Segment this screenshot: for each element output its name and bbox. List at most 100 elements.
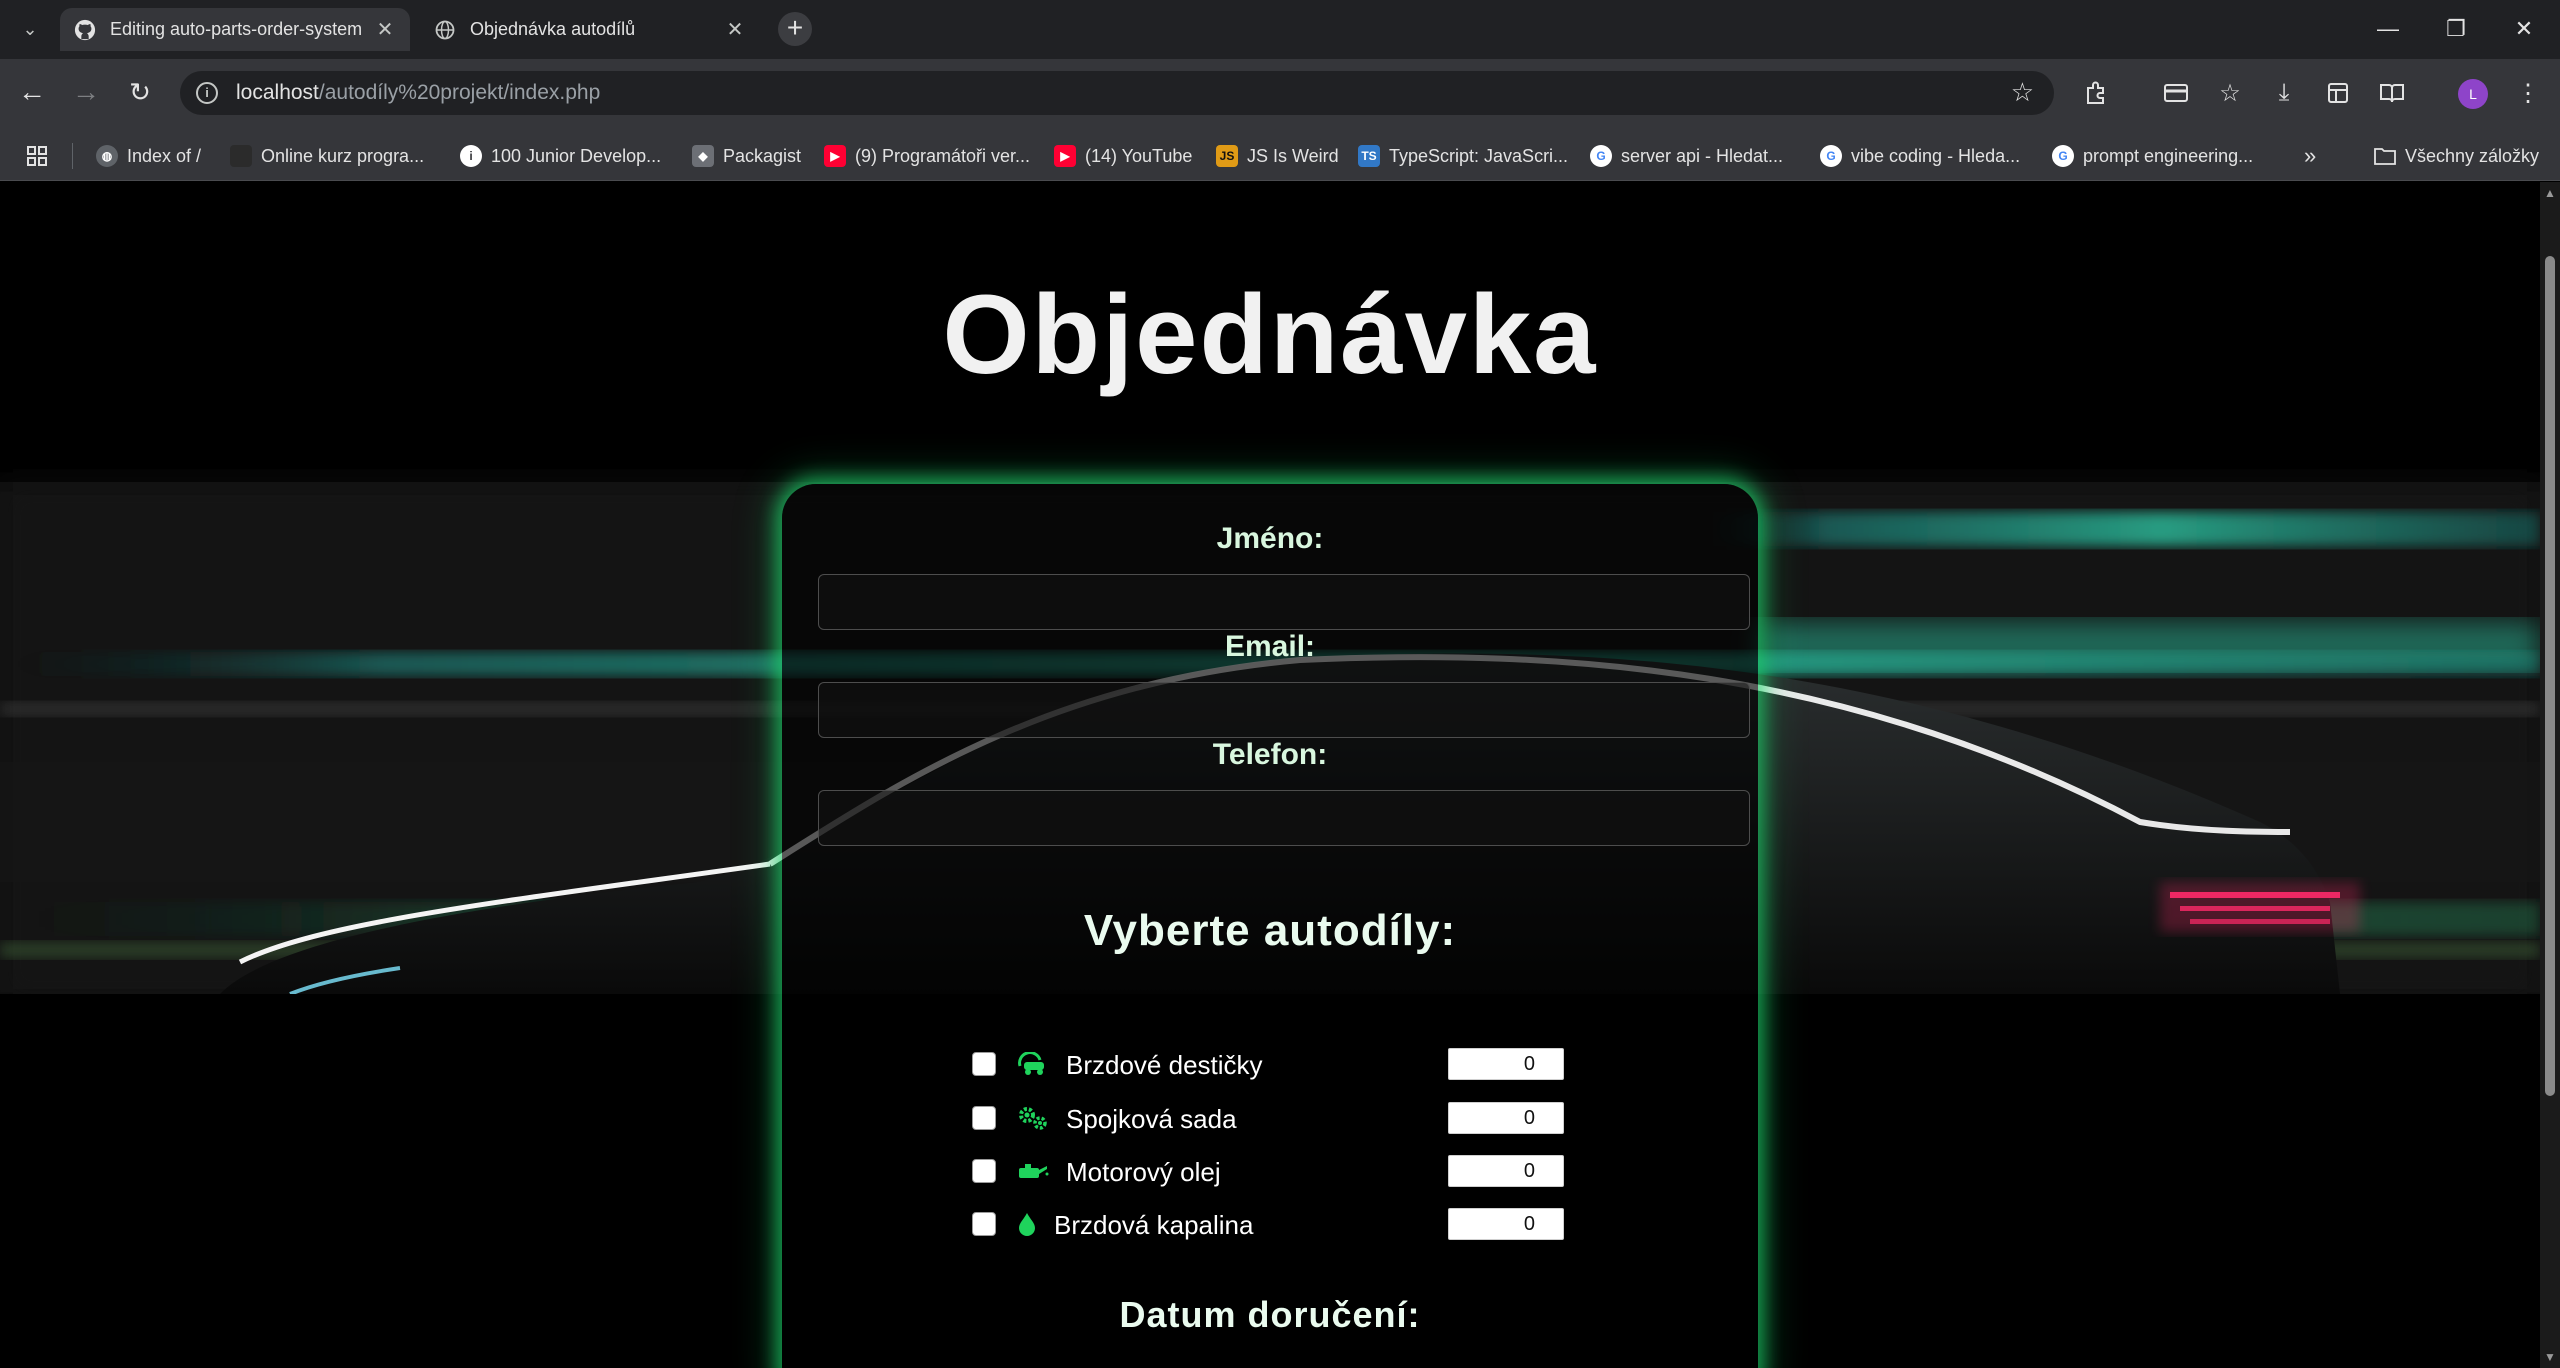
phone-input[interactable] — [818, 790, 1750, 846]
bookmark-label: Index of / — [127, 145, 202, 166]
folder-icon — [2374, 145, 2396, 167]
youtube-icon: ▶ — [1054, 145, 1076, 167]
bookmark-typescript[interactable]: TS TypeScript: JavaScri... — [1358, 143, 1568, 169]
name-label: Jméno: — [1216, 522, 1324, 555]
tab-groups-icon[interactable] — [2320, 75, 2356, 111]
close-icon[interactable]: ✕ — [374, 17, 396, 42]
droplet-icon — [1010, 1208, 1044, 1240]
google-icon: G — [1590, 145, 1612, 167]
js-icon: JS — [1216, 145, 1238, 167]
bookmark-label: prompt engineering... — [2083, 145, 2254, 166]
scroll-down-arrow-icon[interactable]: ▼ — [2544, 1350, 2556, 1364]
globe-icon: ◍ — [96, 145, 118, 167]
bookmark-label: Všechny záložky — [2405, 145, 2540, 166]
tab-strip: ⌄ Editing auto-parts-order-system ✕ Obje… — [0, 0, 2560, 59]
part-label: Motorový olej — [1066, 1157, 1221, 1187]
gears-icon — [1016, 1102, 1050, 1134]
favorites-icon[interactable]: ☆ — [2212, 75, 2248, 111]
name-input[interactable] — [818, 574, 1750, 630]
payment-card-icon[interactable] — [2158, 75, 2194, 111]
part-checkbox[interactable] — [972, 1212, 996, 1236]
page-viewport: Objednávka Jméno: Email: Telefon: Vybert… — [0, 182, 2540, 1368]
address-bar[interactable]: i localhost/autodíly%20projekt/index.php… — [180, 71, 2054, 115]
ts-icon: TS — [1358, 145, 1380, 167]
bookmark-label: server api - Hledat... — [1621, 145, 1784, 166]
part-label: Brzdové destičky — [1066, 1050, 1263, 1080]
packagist-icon: ◆ — [692, 145, 714, 167]
quantity-input[interactable]: 0 — [1448, 1048, 1564, 1080]
url-path: /autodíly%20projekt/index.php — [318, 81, 601, 104]
url-host: localhost — [236, 81, 319, 104]
scroll-up-arrow-icon[interactable]: ▲ — [2544, 186, 2556, 200]
youtube-icon: ▶ — [824, 145, 846, 167]
bookmark-packagist[interactable]: ◆ Packagist — [692, 143, 801, 169]
info-icon: i — [460, 145, 482, 167]
scrollbar-thumb[interactable] — [2545, 256, 2555, 1096]
site-icon — [230, 145, 252, 167]
delivery-date-title: Datum doručení: — [1119, 1294, 1421, 1335]
reading-list-icon[interactable] — [2374, 75, 2410, 111]
close-icon[interactable]: ✕ — [724, 17, 746, 42]
bookmark-vibe-coding[interactable]: G vibe coding - Hleda... — [1820, 143, 2020, 169]
bookmark-star-icon[interactable]: ☆ — [2011, 77, 2034, 108]
part-row-clutch-kit: Spojková sada 0 — [972, 1098, 1572, 1138]
restore-icon[interactable]: ❐ — [2426, 10, 2486, 48]
quantity-input[interactable]: 0 — [1448, 1102, 1564, 1134]
order-form: Jméno: Email: Telefon: Vyberte autodíly:… — [782, 484, 1758, 1368]
bookmark-js-is-weird[interactable]: JS JS Is Weird — [1216, 143, 1339, 169]
forward-arrow-icon[interactable]: → — [66, 72, 106, 112]
minimize-icon[interactable]: — — [2358, 10, 2418, 48]
more-menu-icon[interactable]: ⋮ — [2510, 75, 2546, 111]
part-row-brake-pads: Brzdové destičky 0 — [972, 1044, 1572, 1084]
part-checkbox[interactable] — [972, 1106, 996, 1130]
part-checkbox[interactable] — [972, 1052, 996, 1076]
page-scrollbar[interactable]: ▲ ▼ — [2540, 182, 2560, 1368]
bookmark-label: (9) Programátoři ver... — [855, 145, 1031, 166]
bookmark-prompt-engineering[interactable]: G prompt engineering... — [2052, 143, 2253, 169]
back-arrow-icon[interactable]: ← — [12, 72, 52, 112]
site-info-icon[interactable]: i — [196, 82, 218, 104]
part-checkbox[interactable] — [972, 1159, 996, 1183]
bookmark-index-of[interactable]: ◍ Index of / — [96, 143, 201, 169]
bookmark-label: JS Is Weird — [1247, 145, 1339, 166]
reload-icon[interactable]: ↻ — [120, 72, 160, 112]
globe-icon — [434, 19, 456, 41]
tab-title: Editing auto-parts-order-system — [110, 19, 363, 39]
google-icon: G — [1820, 145, 1842, 167]
email-input[interactable] — [818, 682, 1750, 738]
bookmark-label: Online kurz progra... — [261, 145, 425, 166]
tab-title: Objednávka autodílů — [470, 19, 636, 39]
bookmark-programatori[interactable]: ▶ (9) Programátoři ver... — [824, 143, 1030, 169]
github-icon — [74, 19, 96, 41]
bookmark-online-kurz[interactable]: Online kurz progra... — [230, 143, 424, 169]
bookmark-server-api[interactable]: G server api - Hledat... — [1590, 143, 1783, 169]
more-bookmarks-chevron-icon[interactable]: » — [2304, 143, 2316, 169]
window-close-icon[interactable]: ✕ — [2494, 10, 2554, 48]
new-tab-button[interactable]: + — [778, 12, 812, 46]
oil-can-icon — [1016, 1155, 1050, 1187]
part-label: Spojková sada — [1066, 1104, 1237, 1134]
browser-toolbar: ← → ↻ i localhost/autodíly%20projekt/ind… — [0, 59, 2560, 131]
quantity-input[interactable]: 0 — [1448, 1208, 1564, 1240]
bookmark-label: Packagist — [723, 145, 802, 166]
profile-avatar[interactable]: L — [2458, 79, 2488, 109]
part-row-engine-oil: Motorový olej 0 — [972, 1151, 1572, 1191]
part-row-brake-fluid: Brzdová kapalina 0 — [972, 1204, 1572, 1244]
bookmark-100-junior[interactable]: i 100 Junior Develop... — [460, 143, 661, 169]
bookmark-label: (14) YouTube — [1085, 145, 1193, 166]
download-icon[interactable]: ⤓ — [2266, 75, 2302, 111]
brake-pad-icon — [1016, 1048, 1050, 1080]
google-icon: G — [2052, 145, 2074, 167]
tab-objednavka[interactable]: Objednávka autodílů ✕ — [420, 8, 760, 51]
tab-search-chevron-icon[interactable]: ⌄ — [14, 12, 46, 46]
apps-grid-icon[interactable] — [26, 143, 48, 169]
quantity-input[interactable]: 0 — [1448, 1155, 1564, 1187]
all-bookmarks-folder[interactable]: Všechny záložky — [2374, 143, 2539, 169]
bookmark-label: vibe coding - Hleda... — [1851, 145, 2021, 166]
extensions-icon[interactable] — [2078, 75, 2114, 111]
page-title: Objednávka — [942, 272, 1598, 397]
bookmark-youtube[interactable]: ▶ (14) YouTube — [1054, 143, 1192, 169]
bookmarks-divider — [72, 143, 73, 169]
bookmark-label: 100 Junior Develop... — [491, 145, 662, 166]
tab-github-editing[interactable]: Editing auto-parts-order-system ✕ — [60, 8, 410, 51]
